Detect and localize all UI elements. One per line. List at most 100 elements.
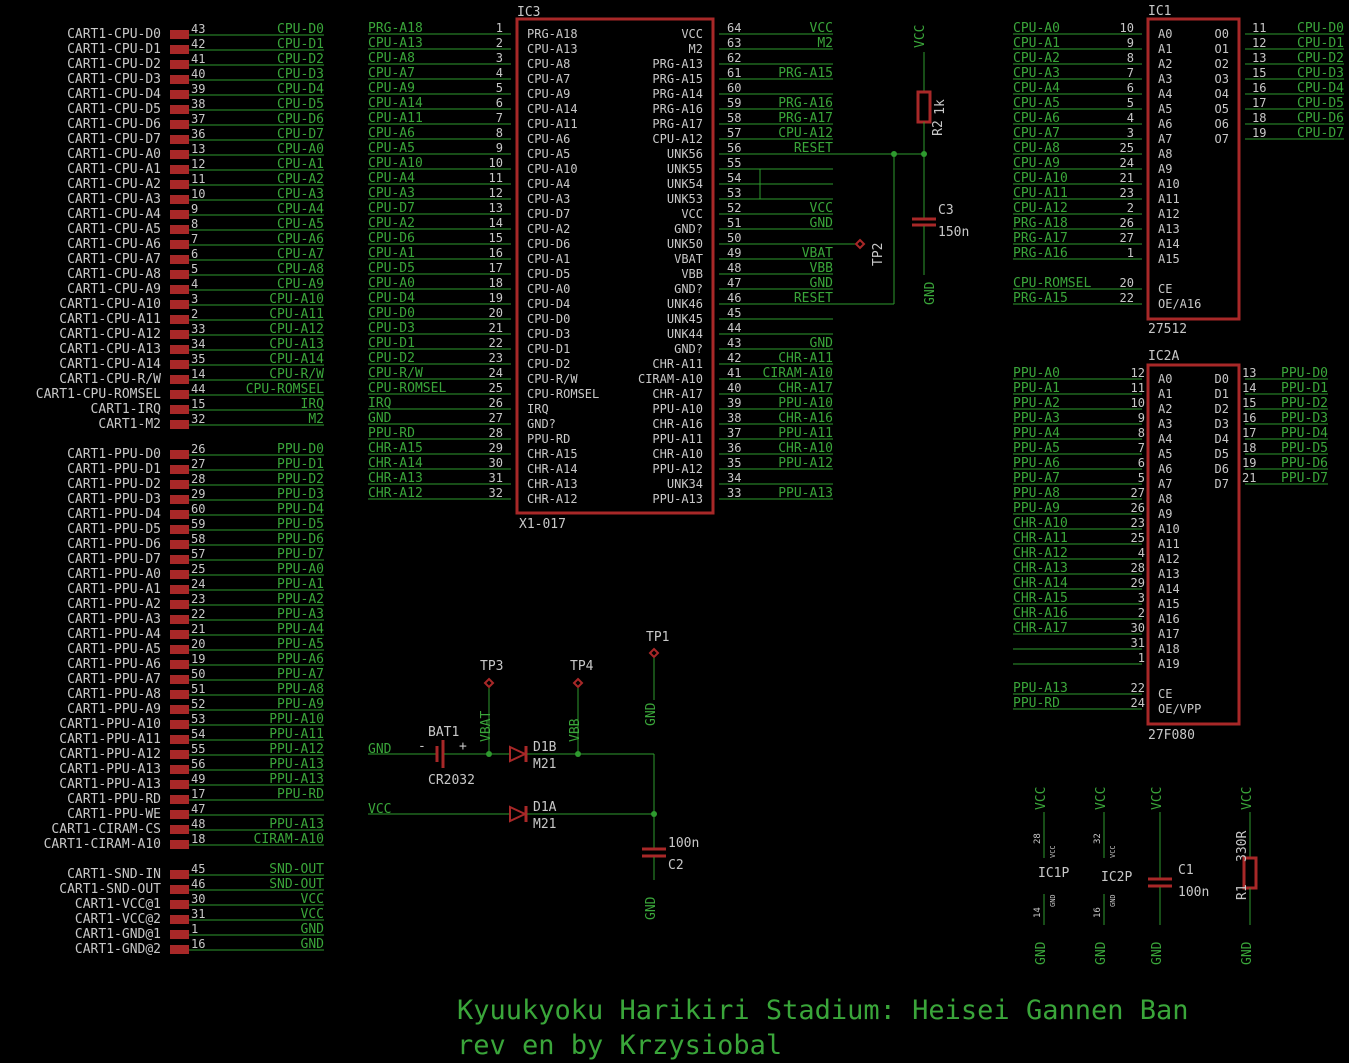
ic-pin-name: A19 [1158, 657, 1180, 671]
connector-pad [170, 900, 189, 909]
ic-pin-number: 24 [489, 366, 503, 380]
connector-pin-name: CART1-CPU-A9 [67, 282, 161, 297]
ic-pin-number: 20 [1120, 276, 1134, 290]
ic-net-label: PRG-A18 [368, 21, 423, 36]
connector-pad [170, 390, 189, 399]
ic-pin-name: A17 [1158, 627, 1180, 641]
ic-pin-number: 62 [727, 51, 741, 65]
connector-net-label: CPU-D0 [277, 22, 324, 37]
ic-net-label: CPU-D1 [1297, 36, 1344, 51]
ic-pin-number: 30 [489, 456, 503, 470]
vbb-label: VBB [568, 718, 583, 742]
connector-pad [170, 225, 189, 234]
connector-net-label: CPU-D6 [277, 112, 324, 127]
bat-minus: - [418, 739, 426, 754]
ic2p-gnd-pin: 16 [1093, 907, 1103, 918]
connector-pad [170, 150, 189, 159]
ic2p-vcc-pin: 32 [1093, 833, 1103, 844]
connector-pin-number: 43 [191, 22, 205, 36]
ic3-name: IC3 [517, 5, 540, 20]
ic-net-label: PPU-A8 [1013, 486, 1060, 501]
ic-pin-number: 56 [727, 141, 741, 155]
ic-pin-name: A12 [1158, 207, 1180, 221]
ic-pin-number: 63 [727, 36, 741, 50]
ic-pin-name: A4 [1158, 432, 1172, 446]
ic-pin-name: UNK53 [667, 192, 703, 206]
ic-net-label: CPU-D7 [368, 201, 415, 216]
connector-pad [170, 105, 189, 114]
ic-net-label: CPU-A2 [368, 216, 415, 231]
tp4-testpoint[interactable] [572, 677, 584, 689]
ic-pin-name: PPU-RD [527, 432, 570, 446]
ic-pin-name: VCC [681, 207, 703, 221]
connector-net-label: SND-OUT [269, 862, 324, 877]
connector-net-label: CPU-A8 [277, 262, 324, 277]
connector-pin-number: 8 [191, 217, 198, 231]
connector-pin-number: 36 [191, 127, 205, 141]
ic-pin-number: 5 [1138, 471, 1145, 485]
connector-pad [170, 570, 189, 579]
ic-net-label: CPU-A6 [368, 126, 415, 141]
ic-pin-name: D3 [1215, 417, 1229, 431]
ic-pin-name: A15 [1158, 597, 1180, 611]
connector-pin-name: CART1-PPU-A6 [67, 657, 161, 672]
connector-pad [170, 525, 189, 534]
ic-net-label: CPU-D6 [1297, 111, 1344, 126]
connector-net-label: CIRAM-A10 [254, 832, 324, 847]
ic-net-label: CPU-A14 [368, 96, 423, 111]
connector-net-label: CPU-A13 [269, 337, 324, 352]
connector-pad [170, 180, 189, 189]
connector-pin-name: CART1-SND-IN [67, 867, 161, 882]
ic-net-label: PPU-A0 [1013, 366, 1060, 381]
ic-pin-number: 4 [496, 66, 503, 80]
ic-net-label: IRQ [368, 396, 392, 411]
ic-net-label: CHR-A17 [778, 381, 833, 396]
ic-pin-name: PPU-A13 [652, 492, 703, 506]
connector-pin-name: CART1-VCC@1 [75, 897, 161, 912]
ic-pin-name: A7 [1158, 477, 1172, 491]
ic-pin-number: 17 [1252, 96, 1266, 110]
connector-pin-number: 17 [191, 787, 205, 801]
ic-pin-number: 34 [727, 471, 741, 485]
ic-pin-number: 5 [496, 81, 503, 95]
connector-pin-name: CART1-VCC@2 [75, 912, 161, 927]
connector-pad [170, 480, 189, 489]
ic-pin-name: A12 [1158, 552, 1180, 566]
connector-pin-number: 4 [191, 277, 198, 291]
cartridge-connector: CART1-CPU-D0 43 CPU-D0CART1-CPU-D1 42 CPU-D1… [36, 22, 324, 957]
ic-pin-number: 2 [1138, 606, 1145, 620]
connector-pin-name: CART1-PPU-D3 [67, 492, 161, 507]
ic-pin-number: 53 [727, 186, 741, 200]
connector-net-label: M2 [308, 412, 324, 427]
connector-pad [170, 255, 189, 264]
ic-pin-number: 7 [496, 111, 503, 125]
connector-pad [170, 135, 189, 144]
r2-value: 1k [933, 99, 948, 115]
tp3-testpoint[interactable] [483, 677, 495, 689]
ic-pin-number: 13 [1242, 366, 1256, 380]
ic-net-label: CHR-A16 [778, 411, 833, 426]
ic-pin-number: 3 [1138, 591, 1145, 605]
connector-pin-number: 33 [191, 322, 205, 336]
connector-net-label: CPU-D5 [277, 97, 324, 112]
ic-pin-number: 31 [489, 471, 503, 485]
ic-pin-number: 22 [1131, 681, 1145, 695]
r1-name: R1 [1235, 884, 1250, 900]
connector-pad [170, 750, 189, 759]
connector-pin-name: CART1-CPU-D6 [67, 117, 161, 132]
connector-pin-number: 32 [191, 412, 205, 426]
tp2-testpoint[interactable] [854, 238, 866, 250]
connector-net-label: CPU-A11 [269, 307, 324, 322]
ic-pin-number: 9 [496, 141, 503, 155]
c1-vcc-label: VCC [1150, 787, 1165, 810]
ic-pin-name: CPU-D3 [527, 327, 570, 341]
reset-circuit: VCC 1k R2 C3 150n GND TP2 [727, 25, 969, 305]
ic-net-label: CPU-A12 [778, 126, 833, 141]
r2-name: R2 [931, 120, 946, 136]
connector-pad [170, 210, 189, 219]
ic-pin-name: O2 [1215, 57, 1229, 71]
ic-pin-name: CPU-D5 [527, 267, 570, 281]
connector-net-label: PPU-D2 [277, 472, 324, 487]
tp1-testpoint[interactable] [648, 647, 660, 659]
ic-pin-name: CPU-A8 [527, 57, 570, 71]
